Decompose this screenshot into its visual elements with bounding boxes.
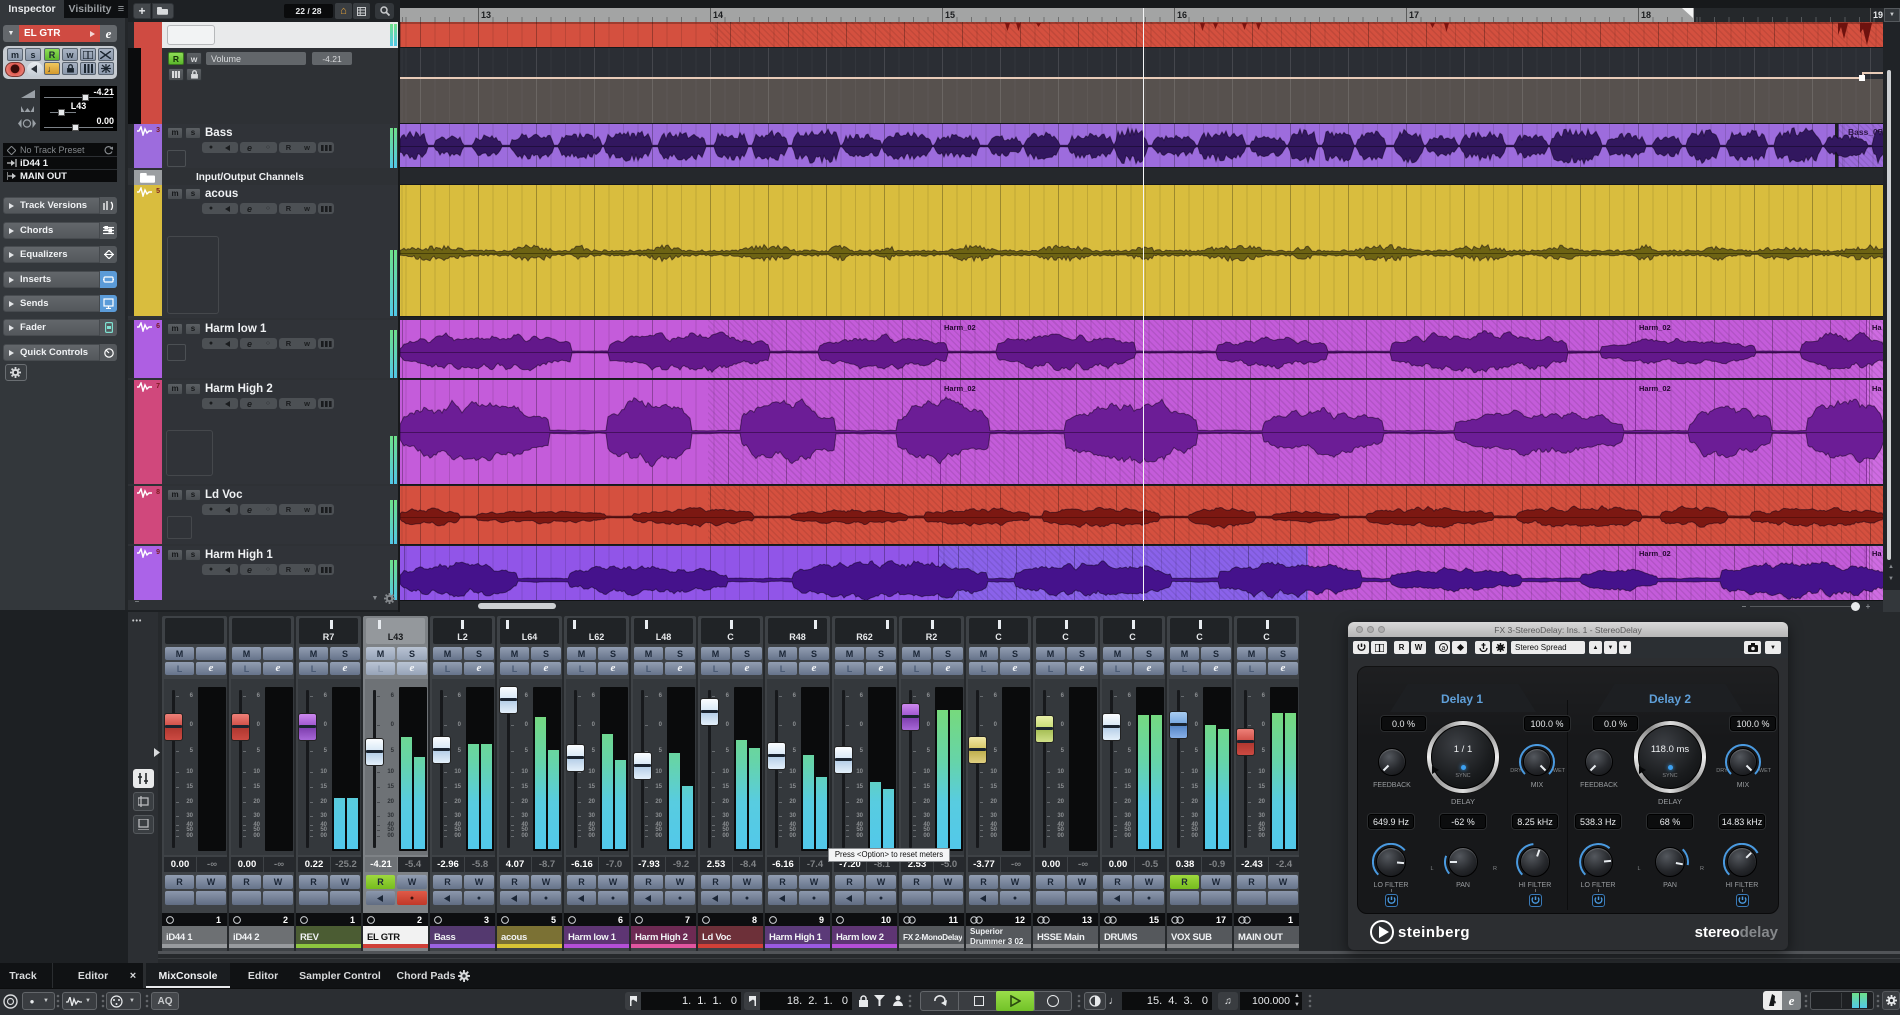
svg-text:a: a	[1442, 645, 1446, 652]
